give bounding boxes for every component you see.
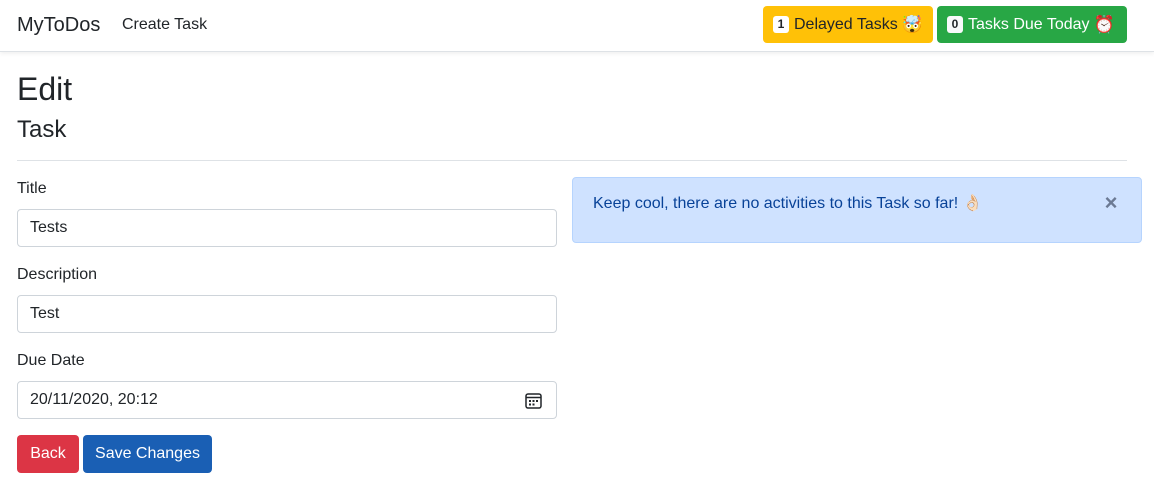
- page-title: Edit: [17, 71, 73, 107]
- delayed-count-badge: 1: [773, 16, 789, 33]
- due-today-count-badge: 0: [947, 16, 963, 33]
- due-date-input-value: 20/11/2020, 20:12: [30, 391, 158, 408]
- description-label: Description: [17, 266, 98, 283]
- info-alert: Keep cool, there are no activities to th…: [572, 177, 1142, 243]
- save-changes-button[interactable]: Save Changes: [83, 435, 212, 473]
- description-input[interactable]: Test: [17, 295, 557, 333]
- tasks-due-today-button[interactable]: 0 Tasks Due Today ⏰: [937, 6, 1127, 43]
- back-button[interactable]: Back: [17, 435, 79, 473]
- description-input-value: Test: [30, 305, 60, 322]
- due-date-input[interactable]: 20/11/2020, 20:12: [17, 381, 557, 419]
- brand-link[interactable]: MyToDos: [17, 13, 100, 37]
- alert-message: Keep cool, there are no activities to th…: [593, 195, 983, 212]
- divider: [17, 160, 1127, 161]
- title-input[interactable]: Tests: [17, 209, 557, 247]
- delayed-tasks-label: Delayed Tasks: [794, 15, 898, 33]
- close-icon[interactable]: ×: [1101, 192, 1121, 214]
- title-label: Title: [17, 180, 47, 197]
- alarm-clock-icon: ⏰: [1093, 15, 1115, 34]
- due-date-label: Due Date: [17, 352, 85, 369]
- calendar-icon[interactable]: [525, 392, 542, 409]
- tasks-due-today-label: Tasks Due Today: [968, 15, 1090, 33]
- exploding-head-icon: 🤯: [901, 15, 923, 34]
- title-input-value: Tests: [30, 219, 68, 236]
- navbar: MyToDos Create Task 1 Delayed Tasks 🤯 0 …: [0, 0, 1154, 52]
- page-subtitle: Task: [17, 116, 67, 143]
- create-task-link[interactable]: Create Task: [122, 15, 207, 35]
- delayed-tasks-button[interactable]: 1 Delayed Tasks 🤯: [763, 6, 933, 43]
